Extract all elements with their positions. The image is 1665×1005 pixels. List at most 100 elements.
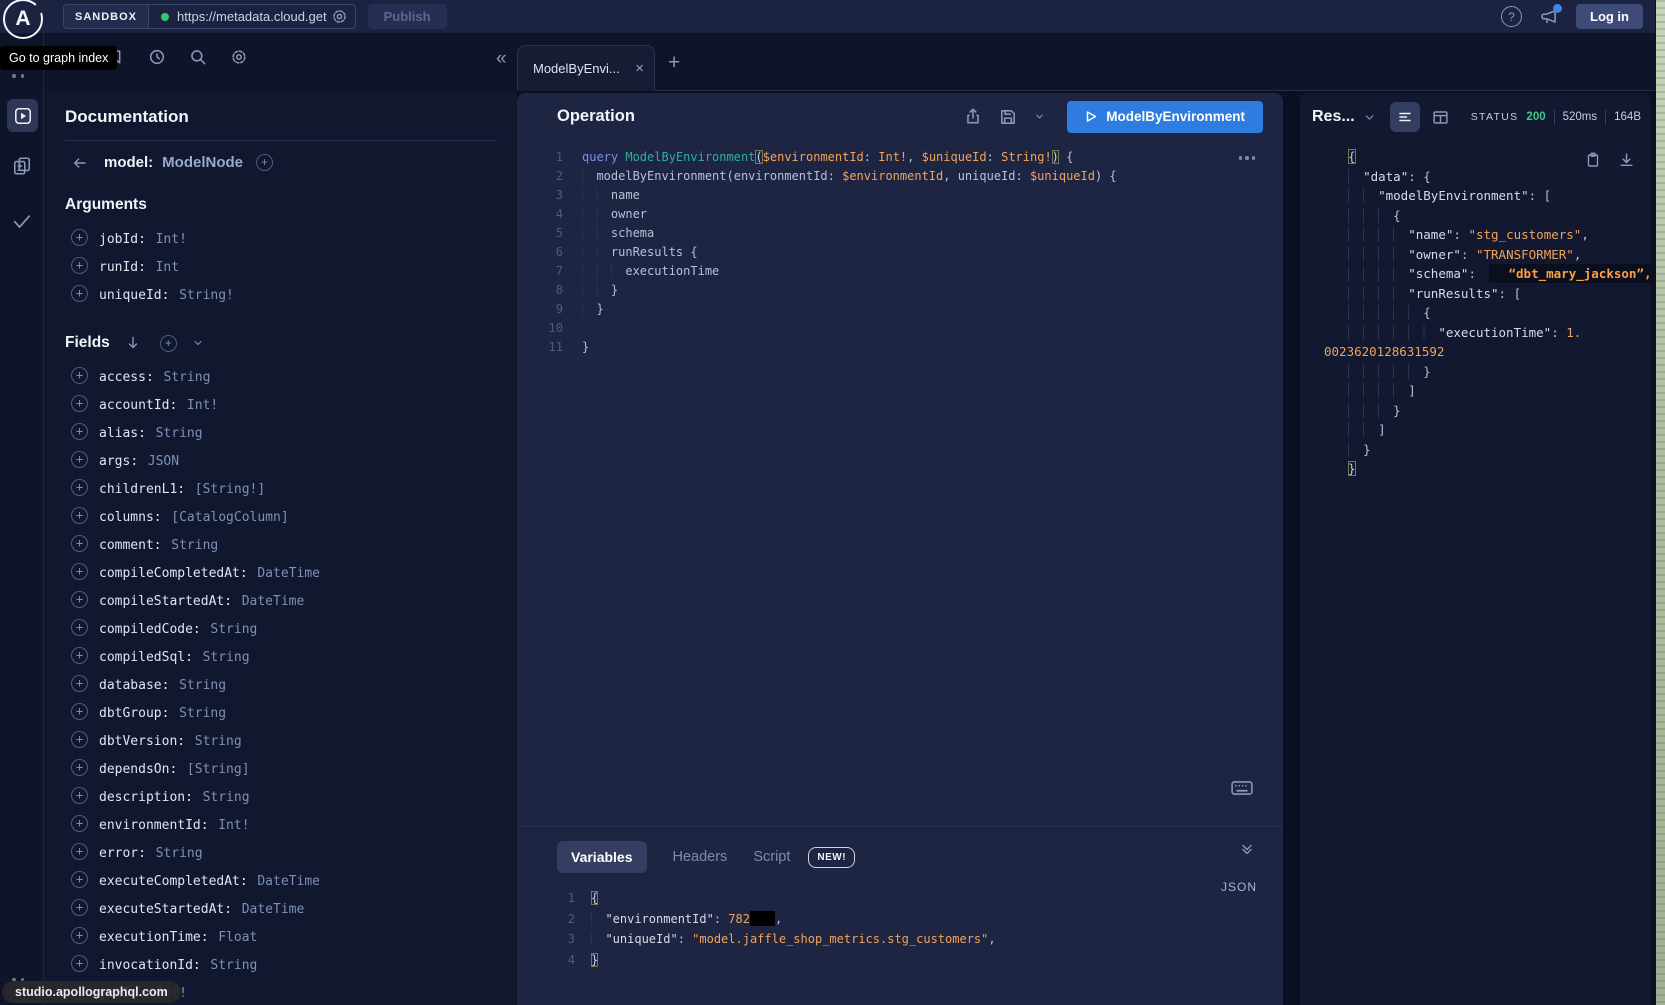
field-name[interactable]: compiledCode xyxy=(99,622,201,637)
add-field-icon[interactable]: + xyxy=(71,675,88,692)
argument-type[interactable]: Int! xyxy=(156,232,187,247)
add-field-icon[interactable]: + xyxy=(71,535,88,552)
table-view-toggle[interactable] xyxy=(1428,104,1454,130)
field-type[interactable]: DateTime xyxy=(242,902,305,917)
field-type[interactable]: String xyxy=(210,958,257,973)
field-name[interactable]: dbtVersion xyxy=(99,734,185,749)
add-field-icon[interactable]: + xyxy=(71,395,88,412)
field-type[interactable]: String xyxy=(156,426,203,441)
add-field-icon[interactable]: + xyxy=(71,787,88,804)
field-type[interactable]: Int! xyxy=(218,818,249,833)
field-name[interactable]: executeCompletedAt xyxy=(99,874,248,889)
collapse-variables-icon[interactable] xyxy=(1239,841,1255,857)
field-name[interactable]: error xyxy=(99,846,146,861)
copy-response-icon[interactable] xyxy=(1585,151,1601,169)
field-type[interactable]: [CatalogColumn] xyxy=(171,510,288,525)
add-field-icon[interactable]: + xyxy=(71,703,88,720)
share-icon[interactable] xyxy=(964,107,982,126)
field-name[interactable]: executeStartedAt xyxy=(99,902,232,917)
argument-name[interactable]: runId xyxy=(99,260,146,275)
field-name[interactable]: childrenL1 xyxy=(99,482,185,497)
field-name[interactable]: dependsOn xyxy=(99,762,177,777)
argument-type[interactable]: Int xyxy=(156,260,179,275)
field-type[interactable]: String xyxy=(210,622,257,637)
add-field-icon[interactable]: + xyxy=(71,229,88,246)
operation-tab[interactable]: ModelByEnvi... × xyxy=(517,45,655,91)
tab-headers[interactable]: Headers xyxy=(673,849,728,865)
field-type[interactable]: String xyxy=(171,538,218,553)
collapse-sidebar-icon[interactable]: « xyxy=(496,48,507,70)
field-name[interactable]: args xyxy=(99,454,138,469)
new-tab-icon[interactable]: + xyxy=(668,51,680,75)
run-operation-button[interactable]: ModelByEnvironment xyxy=(1067,101,1263,133)
add-field-icon[interactable]: + xyxy=(71,843,88,860)
add-field-icon[interactable]: + xyxy=(71,367,88,384)
field-name[interactable]: compileStartedAt xyxy=(99,594,232,609)
argument-type[interactable]: String! xyxy=(179,288,234,303)
tab-script[interactable]: Script xyxy=(753,849,790,865)
field-name[interactable]: executionTime xyxy=(99,930,209,945)
field-type[interactable]: String xyxy=(203,790,250,805)
field-type[interactable]: DateTime xyxy=(257,566,320,581)
rail-item-checklist[interactable] xyxy=(11,211,33,231)
save-icon[interactable] xyxy=(999,108,1017,126)
field-name[interactable]: access xyxy=(99,370,154,385)
add-field-icon[interactable]: + xyxy=(71,507,88,524)
add-field-icon[interactable]: + xyxy=(71,899,88,916)
field-type[interactable]: String xyxy=(179,678,226,693)
add-field-icon[interactable]: + xyxy=(71,815,88,832)
add-field-icon[interactable]: + xyxy=(71,619,88,636)
field-name[interactable]: columns xyxy=(99,510,162,525)
add-field-icon[interactable]: + xyxy=(71,731,88,748)
announcements-megaphone-icon[interactable] xyxy=(1539,8,1559,26)
add-field-icon[interactable]: + xyxy=(71,257,88,274)
add-field-icon[interactable]: + xyxy=(71,927,88,944)
publish-button[interactable]: Publish xyxy=(368,4,447,29)
save-options-chevron-icon[interactable] xyxy=(1034,111,1045,122)
field-name[interactable]: compileCompletedAt xyxy=(99,566,248,581)
add-field-icon[interactable]: + xyxy=(71,759,88,776)
add-all-fields-icon[interactable]: + xyxy=(160,335,177,352)
field-type[interactable]: String xyxy=(195,734,242,749)
endpoint-settings-gear-icon[interactable] xyxy=(327,8,355,25)
add-field-icon[interactable]: + xyxy=(71,423,88,440)
response-title[interactable]: Res... xyxy=(1312,108,1355,126)
field-name[interactable]: invocationId xyxy=(99,958,201,973)
field-type[interactable]: [String] xyxy=(187,762,250,777)
add-field-icon[interactable]: + xyxy=(71,871,88,888)
add-field-icon[interactable]: + xyxy=(71,591,88,608)
field-type[interactable]: Float xyxy=(218,930,257,945)
field-name[interactable]: database xyxy=(99,678,169,693)
add-field-icon[interactable]: + xyxy=(71,955,88,972)
field-type[interactable]: DateTime xyxy=(257,874,320,889)
field-name[interactable]: accountId xyxy=(99,398,177,413)
sort-fields-icon[interactable] xyxy=(125,335,141,351)
add-field-icon[interactable]: + xyxy=(71,563,88,580)
field-name[interactable]: description xyxy=(99,790,193,805)
field-type[interactable]: String xyxy=(203,650,250,665)
variables-editor[interactable]: 1{2 "environmentId": 782,3 "uniqueId": "… xyxy=(557,888,1283,970)
endpoint-url-input[interactable]: https://metadata.cloud.get xyxy=(177,9,327,24)
history-icon[interactable] xyxy=(148,48,166,66)
help-icon[interactable]: ? xyxy=(1501,6,1522,27)
add-field-icon[interactable]: + xyxy=(71,479,88,496)
field-type[interactable]: String xyxy=(179,706,226,721)
field-type[interactable]: JSON xyxy=(148,454,179,469)
field-type[interactable]: Int! xyxy=(187,398,218,413)
field-name[interactable]: dbtGroup xyxy=(99,706,169,721)
fields-options-chevron-icon[interactable] xyxy=(192,337,204,349)
add-field-icon[interactable]: + xyxy=(71,451,88,468)
add-field-icon[interactable]: + xyxy=(71,285,88,302)
argument-name[interactable]: jobId xyxy=(99,232,146,247)
field-type[interactable]: [String!] xyxy=(195,482,265,497)
field-name[interactable]: comment xyxy=(99,538,162,553)
back-icon[interactable] xyxy=(71,155,88,171)
field-type[interactable]: String xyxy=(163,370,210,385)
settings-gear-icon[interactable] xyxy=(230,48,248,66)
field-name[interactable]: compiledSql xyxy=(99,650,193,665)
add-field-icon[interactable]: + xyxy=(71,647,88,664)
rail-item-schema[interactable] xyxy=(12,156,32,176)
close-tab-icon[interactable]: × xyxy=(635,60,644,77)
add-type-icon[interactable]: + xyxy=(256,154,273,171)
field-type[interactable]: String xyxy=(156,846,203,861)
